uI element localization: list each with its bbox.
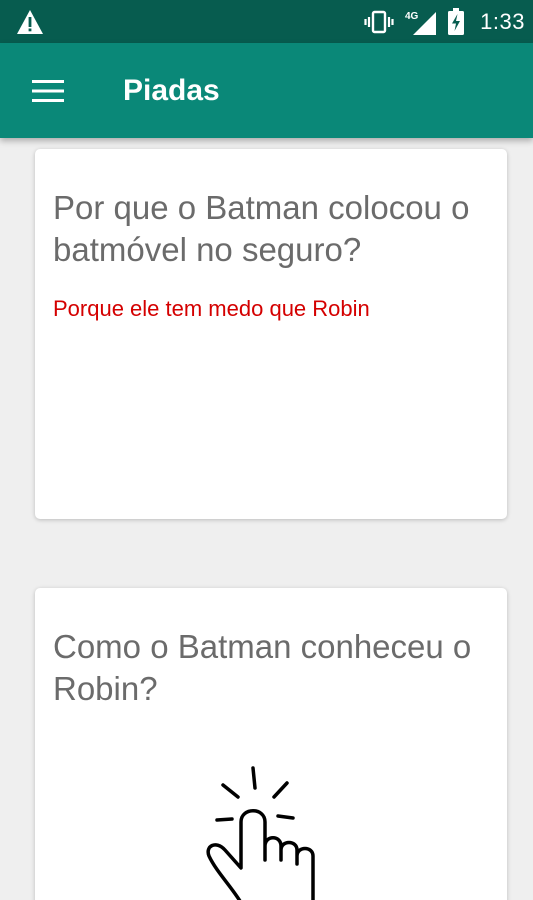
battery-icon (448, 8, 465, 35)
app-bar: Piadas (0, 43, 533, 138)
signal-icon: 4G (405, 11, 437, 35)
hamburger-menu-icon (32, 80, 64, 102)
clock: 1:33 (480, 8, 525, 34)
joke-answer: Porque ele tem medo que Robin (53, 296, 370, 321)
menu-button[interactable] (22, 68, 74, 114)
vibrate-icon (364, 10, 394, 33)
network-type-label: 4G (405, 11, 419, 22)
joke-question: Como o Batman conheceu o Robin? (53, 628, 472, 707)
app-title: Piadas (123, 74, 220, 107)
status-icons: 4G 1:33 (364, 0, 525, 43)
joke-list[interactable]: Por que o Batman colocou o batmóvel no s… (0, 138, 533, 900)
tap-hand-icon[interactable] (203, 756, 343, 900)
joke-card[interactable]: Como o Batman conheceu o Robin? (35, 588, 507, 900)
joke-question: Por que o Batman colocou o batmóvel no s… (53, 189, 470, 268)
warning-icon (17, 10, 43, 34)
joke-card[interactable]: Por que o Batman colocou o batmóvel no s… (35, 149, 507, 519)
status-bar: 4G 1:33 (0, 0, 533, 43)
